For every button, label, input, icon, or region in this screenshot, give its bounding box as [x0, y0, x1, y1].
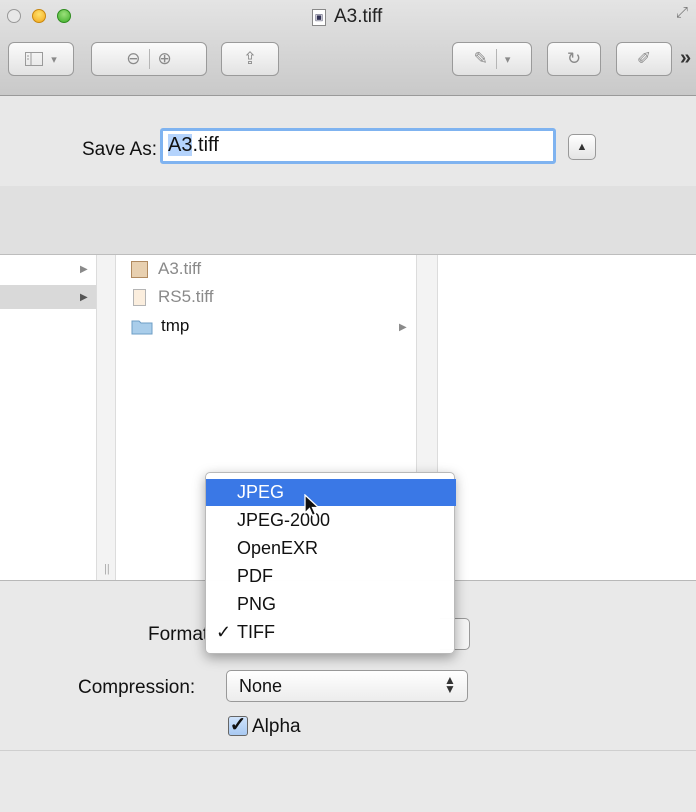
sidebar-icon — [25, 52, 44, 66]
menu-item-jpeg[interactable]: JPEG — [206, 479, 456, 506]
filename-extension: .tiff — [192, 134, 219, 156]
menu-item-tiff[interactable]: ✓ TIFF — [206, 619, 456, 646]
menu-item-label: PNG — [237, 594, 277, 614]
checkmark-icon: ✓ — [216, 622, 232, 642]
alpha-checkbox[interactable]: ✓ — [228, 715, 248, 736]
fullscreen-icon[interactable]: ⤢ — [676, 4, 688, 21]
filename-selection: A3 — [168, 134, 193, 156]
share-button[interactable]: ⇪ — [221, 42, 279, 76]
menu-item-pdf[interactable]: PDF — [206, 563, 456, 590]
file-name: RS5.tiff — [158, 287, 214, 306]
file-name: A3.tiff — [158, 259, 202, 278]
compression-label: Compression: — [78, 677, 196, 698]
close-button[interactable] — [7, 9, 21, 23]
document-icon: ▣ — [312, 9, 326, 26]
tiff-file-icon — [131, 260, 148, 278]
chevron-down-icon: ▾ — [504, 53, 511, 66]
save-as-label: Save As: — [82, 139, 157, 160]
divider — [0, 750, 696, 751]
toolbar-overflow-icon[interactable]: » — [680, 47, 691, 70]
collapse-browser-button[interactable]: ▲ — [568, 134, 596, 160]
rotate-button[interactable]: ↻ — [547, 42, 601, 76]
edit-icon: ✐ — [636, 49, 652, 68]
menu-item-label: OpenEXR — [237, 538, 319, 558]
mouse-pointer-icon — [304, 494, 320, 517]
pen-icon: ✎ — [473, 49, 488, 68]
menu-item-label: JPEG — [237, 482, 285, 502]
menu-item-jpeg-2000[interactable]: JPEG-2000 — [206, 507, 456, 534]
folder-name: tmp — [161, 316, 190, 335]
file-row[interactable]: RS5.tiff — [131, 287, 213, 307]
menu-item-label: TIFF — [237, 622, 275, 642]
zoom-control[interactable]: ⊖ ⊕ — [91, 42, 207, 76]
menu-item-openexr[interactable]: OpenEXR — [206, 535, 456, 562]
window-title: A3.tiff — [334, 6, 383, 27]
menu-item-label: PDF — [237, 566, 273, 586]
zoom-out-icon[interactable]: ⊖ — [126, 49, 140, 69]
disclosure-icon[interactable]: ▶ — [80, 292, 88, 303]
folder-row[interactable]: tmp — [131, 316, 189, 336]
annotate-button[interactable]: ✎ ▾ — [452, 42, 532, 76]
format-label: Format — [148, 624, 209, 645]
alpha-label[interactable]: Alpha — [252, 716, 301, 738]
divider — [148, 49, 150, 69]
file-row[interactable]: A3.tiff — [131, 259, 201, 279]
chevron-down-icon: ▾ — [51, 53, 57, 66]
tiff-file-icon — [133, 288, 146, 306]
zoom-in-icon[interactable]: ⊕ — [158, 49, 172, 69]
popup-arrows-icon: ▲ ▼ — [444, 673, 456, 696]
save-as-field[interactable]: A3.tiff — [160, 128, 556, 164]
edit-toolbar-button[interactable]: ✐ — [616, 42, 672, 76]
rotate-icon: ↻ — [566, 49, 582, 68]
zoom-button[interactable] — [57, 9, 71, 23]
format-menu: JPEG JPEG-2000 OpenEXR PDF PNG ✓ TIFF — [205, 472, 456, 654]
menu-item-png[interactable]: PNG — [206, 591, 456, 618]
disclosure-icon[interactable]: ▶ — [80, 264, 88, 275]
minimize-button[interactable] — [32, 9, 46, 23]
share-icon: ⇪ — [242, 49, 258, 68]
compression-select[interactable]: None — [226, 670, 468, 702]
folder-disclosure-icon[interactable]: ▶ — [399, 322, 407, 333]
column-resize-grip[interactable]: || — [104, 563, 110, 575]
folder-icon — [131, 320, 153, 334]
view-menu-button[interactable]: ▾ — [8, 42, 74, 76]
location-bar — [0, 186, 696, 255]
column-divider[interactable] — [96, 255, 116, 580]
divider — [495, 49, 497, 69]
